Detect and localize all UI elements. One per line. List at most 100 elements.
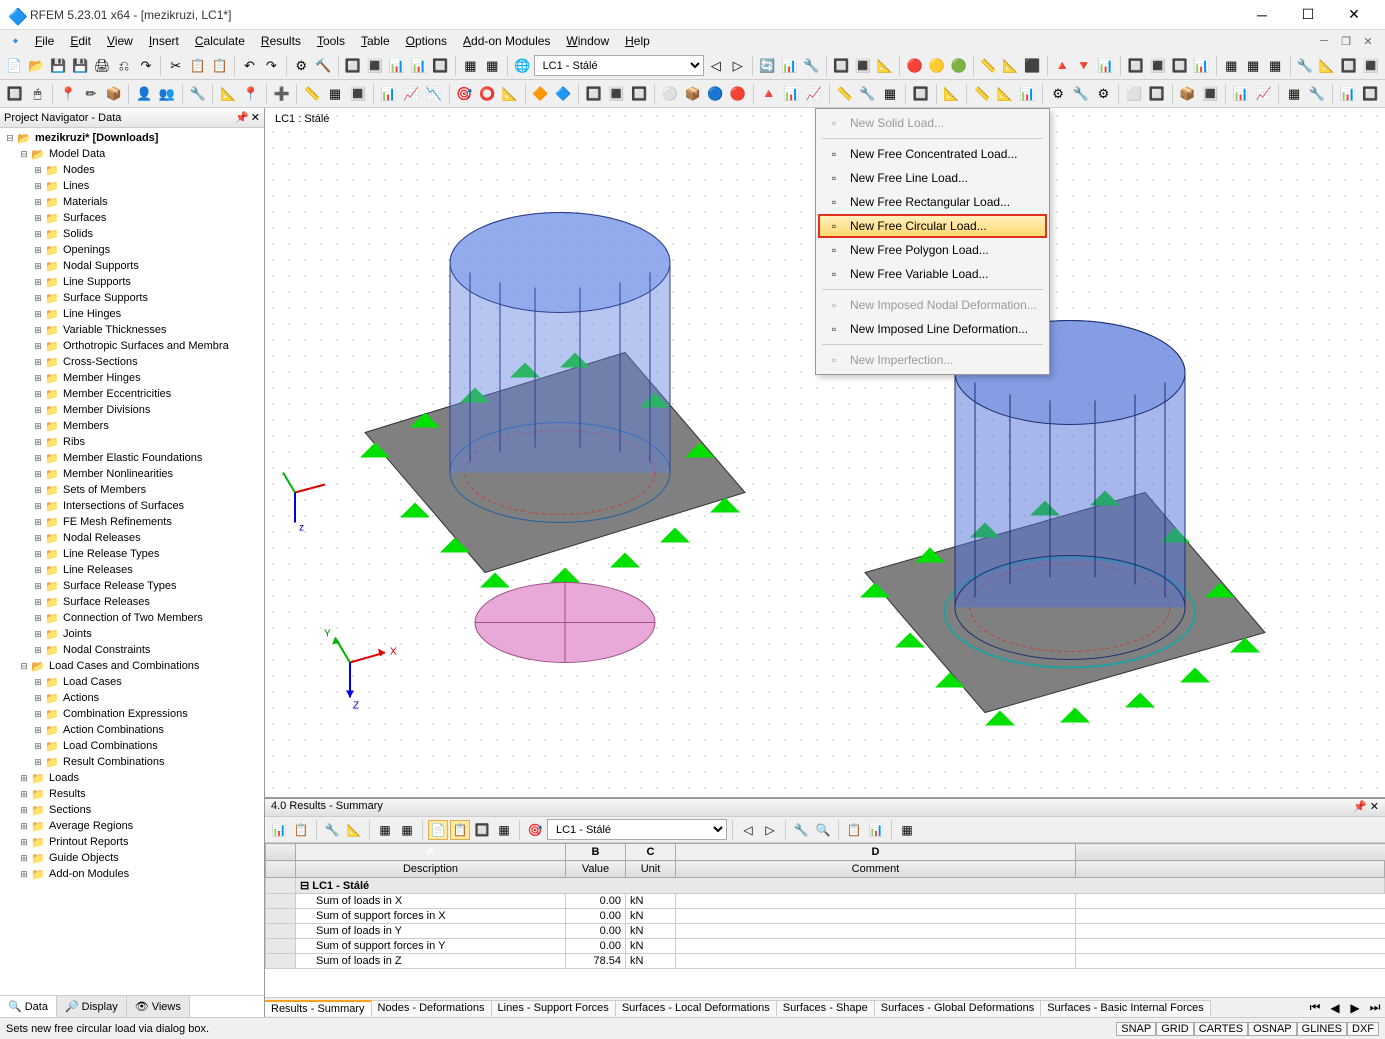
toolbar-button[interactable]: 📊 bbox=[1191, 55, 1212, 77]
toolbar-button[interactable]: 🔧 bbox=[1306, 83, 1328, 105]
tree-item-nodes[interactable]: ⊞Nodes bbox=[0, 162, 264, 178]
toolbar-button[interactable]: 📊 bbox=[378, 83, 400, 105]
toolbar-button[interactable]: 🔳 bbox=[606, 83, 628, 105]
col-comment[interactable]: Comment bbox=[676, 861, 1076, 878]
menu-item-new-free-line-load-[interactable]: ▫New Free Line Load... bbox=[818, 166, 1047, 190]
results-tab-surfaces-basic-internal-forces[interactable]: Surfaces - Basic Internal Forces bbox=[1041, 1000, 1211, 1016]
results-toolbar-button[interactable]: 📋 bbox=[450, 820, 470, 840]
results-toolbar-button[interactable]: 🔧 bbox=[791, 820, 811, 840]
tree-item-member-nonlinearities[interactable]: ⊞Member Nonlinearities bbox=[0, 466, 264, 482]
tree-item-fe-mesh-refinements[interactable]: ⊞FE Mesh Refinements bbox=[0, 514, 264, 530]
toolbar-button[interactable]: 📐 bbox=[941, 83, 963, 105]
tree-item-lines[interactable]: ⊞Lines bbox=[0, 178, 264, 194]
toolbar-button[interactable]: ⚪ bbox=[659, 83, 681, 105]
tree-item-line-hinges[interactable]: ⊞Line Hinges bbox=[0, 306, 264, 322]
toolbar-button[interactable]: 👤 bbox=[133, 83, 155, 105]
toolbar-button[interactable]: ▦ bbox=[1243, 55, 1264, 77]
tree-item-ribs[interactable]: ⊞Ribs bbox=[0, 434, 264, 450]
toolbar-button[interactable]: 🔨 bbox=[313, 55, 334, 77]
toolbar-button[interactable]: 👥 bbox=[156, 83, 178, 105]
status-snap[interactable]: SNAP bbox=[1116, 1022, 1156, 1036]
results-close-icon[interactable]: ✕ bbox=[1370, 801, 1379, 813]
tab-nav-next[interactable]: ▶ bbox=[1345, 998, 1365, 1018]
menu-file[interactable]: File bbox=[27, 32, 62, 50]
col-letter-C[interactable]: C bbox=[626, 844, 676, 861]
tree-item-actions[interactable]: ⊞Actions bbox=[0, 690, 264, 706]
toolbar-button[interactable]: 📦 bbox=[1177, 83, 1199, 105]
tree-item-loads[interactable]: ⊞Loads bbox=[0, 770, 264, 786]
status-osnap[interactable]: OSNAP bbox=[1248, 1022, 1297, 1036]
toolbar-button[interactable]: ↷ bbox=[135, 55, 156, 77]
navigator-close-icon[interactable]: ✕ bbox=[251, 111, 260, 124]
menu-insert[interactable]: Insert bbox=[141, 32, 187, 50]
toolbar-button[interactable]: 🔲 bbox=[628, 83, 650, 105]
menu-item-new-free-concentrated-load-[interactable]: ▫New Free Concentrated Load... bbox=[818, 142, 1047, 166]
toolbar-button[interactable]: 🔲 bbox=[831, 55, 852, 77]
toolbar-button[interactable]: 📏 bbox=[301, 83, 323, 105]
menu-window[interactable]: Window bbox=[558, 32, 617, 50]
results-tab-lines-support-forces[interactable]: Lines - Support Forces bbox=[492, 1000, 616, 1016]
tab-nav-first[interactable]: ⏮ bbox=[1305, 998, 1325, 1018]
col-value[interactable]: Value bbox=[566, 861, 626, 878]
table-row[interactable]: Sum of support forces in Y0.00kN bbox=[266, 939, 1385, 954]
results-toolbar-button[interactable]: 📋 bbox=[291, 820, 311, 840]
tree-item-member-elastic-foundations[interactable]: ⊞Member Elastic Foundations bbox=[0, 450, 264, 466]
toolbar-button[interactable]: 🔵 bbox=[704, 83, 726, 105]
toolbar-button[interactable]: 🔲 bbox=[342, 55, 363, 77]
tree-item-surface-releases[interactable]: ⊞Surface Releases bbox=[0, 594, 264, 610]
toolbar-button[interactable]: ▷ bbox=[727, 55, 748, 77]
toolbar-button[interactable]: 📊 bbox=[779, 55, 800, 77]
tree-item-orthotropic-surfaces-and-membra[interactable]: ⊞Orthotropic Surfaces and Membra bbox=[0, 338, 264, 354]
tree-item-members[interactable]: ⊞Members bbox=[0, 418, 264, 434]
toolbar-button[interactable]: 🔧 bbox=[1294, 55, 1315, 77]
results-toolbar-button[interactable]: ▦ bbox=[494, 820, 514, 840]
menu-add-on-modules[interactable]: Add-on Modules bbox=[455, 32, 558, 50]
toolbar-button[interactable]: 🔲 bbox=[583, 83, 605, 105]
toolbar-button[interactable]: 📦 bbox=[682, 83, 704, 105]
toolbar-button[interactable]: ▦ bbox=[1221, 55, 1242, 77]
results-tab-surfaces-global-deformations[interactable]: Surfaces - Global Deformations bbox=[875, 1000, 1041, 1016]
toolbar-button[interactable]: 💾 bbox=[48, 55, 69, 77]
tree-item-cross-sections[interactable]: ⊞Cross-Sections bbox=[0, 354, 264, 370]
toolbar-button[interactable]: 🔳 bbox=[1360, 55, 1381, 77]
toolbar-button[interactable]: ▦ bbox=[482, 55, 503, 77]
tree-item-results[interactable]: ⊞Results bbox=[0, 786, 264, 802]
toolbar-button[interactable]: ▦ bbox=[460, 55, 481, 77]
close-button[interactable]: ✕ bbox=[1331, 0, 1377, 30]
toolbar-button[interactable]: 📄 bbox=[4, 55, 25, 77]
toolbar-button[interactable]: 📈 bbox=[803, 83, 825, 105]
tree-item-sections[interactable]: ⊞Sections bbox=[0, 802, 264, 818]
toolbar-button[interactable]: 🔲 bbox=[1338, 55, 1359, 77]
toolbar-button[interactable]: 🖱 bbox=[27, 83, 49, 105]
loadcase-selector[interactable]: LC1 - Stálé bbox=[534, 55, 705, 76]
navigator-pin-icon[interactable]: 📌 bbox=[235, 111, 249, 124]
table-row[interactable]: Sum of loads in Y0.00kN bbox=[266, 924, 1385, 939]
menu-table[interactable]: Table bbox=[353, 32, 398, 50]
col-letter-B[interactable]: B bbox=[566, 844, 626, 861]
tree-item-solids[interactable]: ⊞Solids bbox=[0, 226, 264, 242]
toolbar-button[interactable]: 🔳 bbox=[1147, 55, 1168, 77]
toolbar-button[interactable]: 📂 bbox=[26, 55, 47, 77]
tree-item-guide-objects[interactable]: ⊞Guide Objects bbox=[0, 850, 264, 866]
toolbar-button[interactable]: 🔺 bbox=[1052, 55, 1073, 77]
tree-item-line-supports[interactable]: ⊞Line Supports bbox=[0, 274, 264, 290]
menu-help[interactable]: Help bbox=[617, 32, 658, 50]
table-row[interactable]: Sum of loads in X0.00kN bbox=[266, 894, 1385, 909]
toolbar-button[interactable]: 📏 bbox=[978, 55, 999, 77]
results-pin-icon[interactable]: 📌 bbox=[1353, 801, 1367, 813]
menu-view[interactable]: View bbox=[99, 32, 141, 50]
results-toolbar-button[interactable]: 📐 bbox=[344, 820, 364, 840]
table-row[interactable]: Sum of loads in Z78.54kN bbox=[266, 954, 1385, 969]
menu-options[interactable]: Options bbox=[398, 32, 455, 50]
toolbar-button[interactable]: ⚙ bbox=[291, 55, 312, 77]
toolbar-button[interactable]: 🔳 bbox=[853, 55, 874, 77]
toolbar-button[interactable]: ▦ bbox=[1283, 83, 1305, 105]
toolbar-button[interactable]: 📐 bbox=[217, 83, 239, 105]
toolbar-button[interactable]: 🔧 bbox=[801, 55, 822, 77]
tree-item-materials[interactable]: ⊞Materials bbox=[0, 194, 264, 210]
tree-item-surface-release-types[interactable]: ⊞Surface Release Types bbox=[0, 578, 264, 594]
toolbar-button[interactable]: 🔺 bbox=[758, 83, 780, 105]
toolbar-button[interactable]: 📊 bbox=[1230, 83, 1252, 105]
toolbar-button[interactable]: 🔶 bbox=[530, 83, 552, 105]
tree-item-load-cases[interactable]: ⊞Load Cases bbox=[0, 674, 264, 690]
